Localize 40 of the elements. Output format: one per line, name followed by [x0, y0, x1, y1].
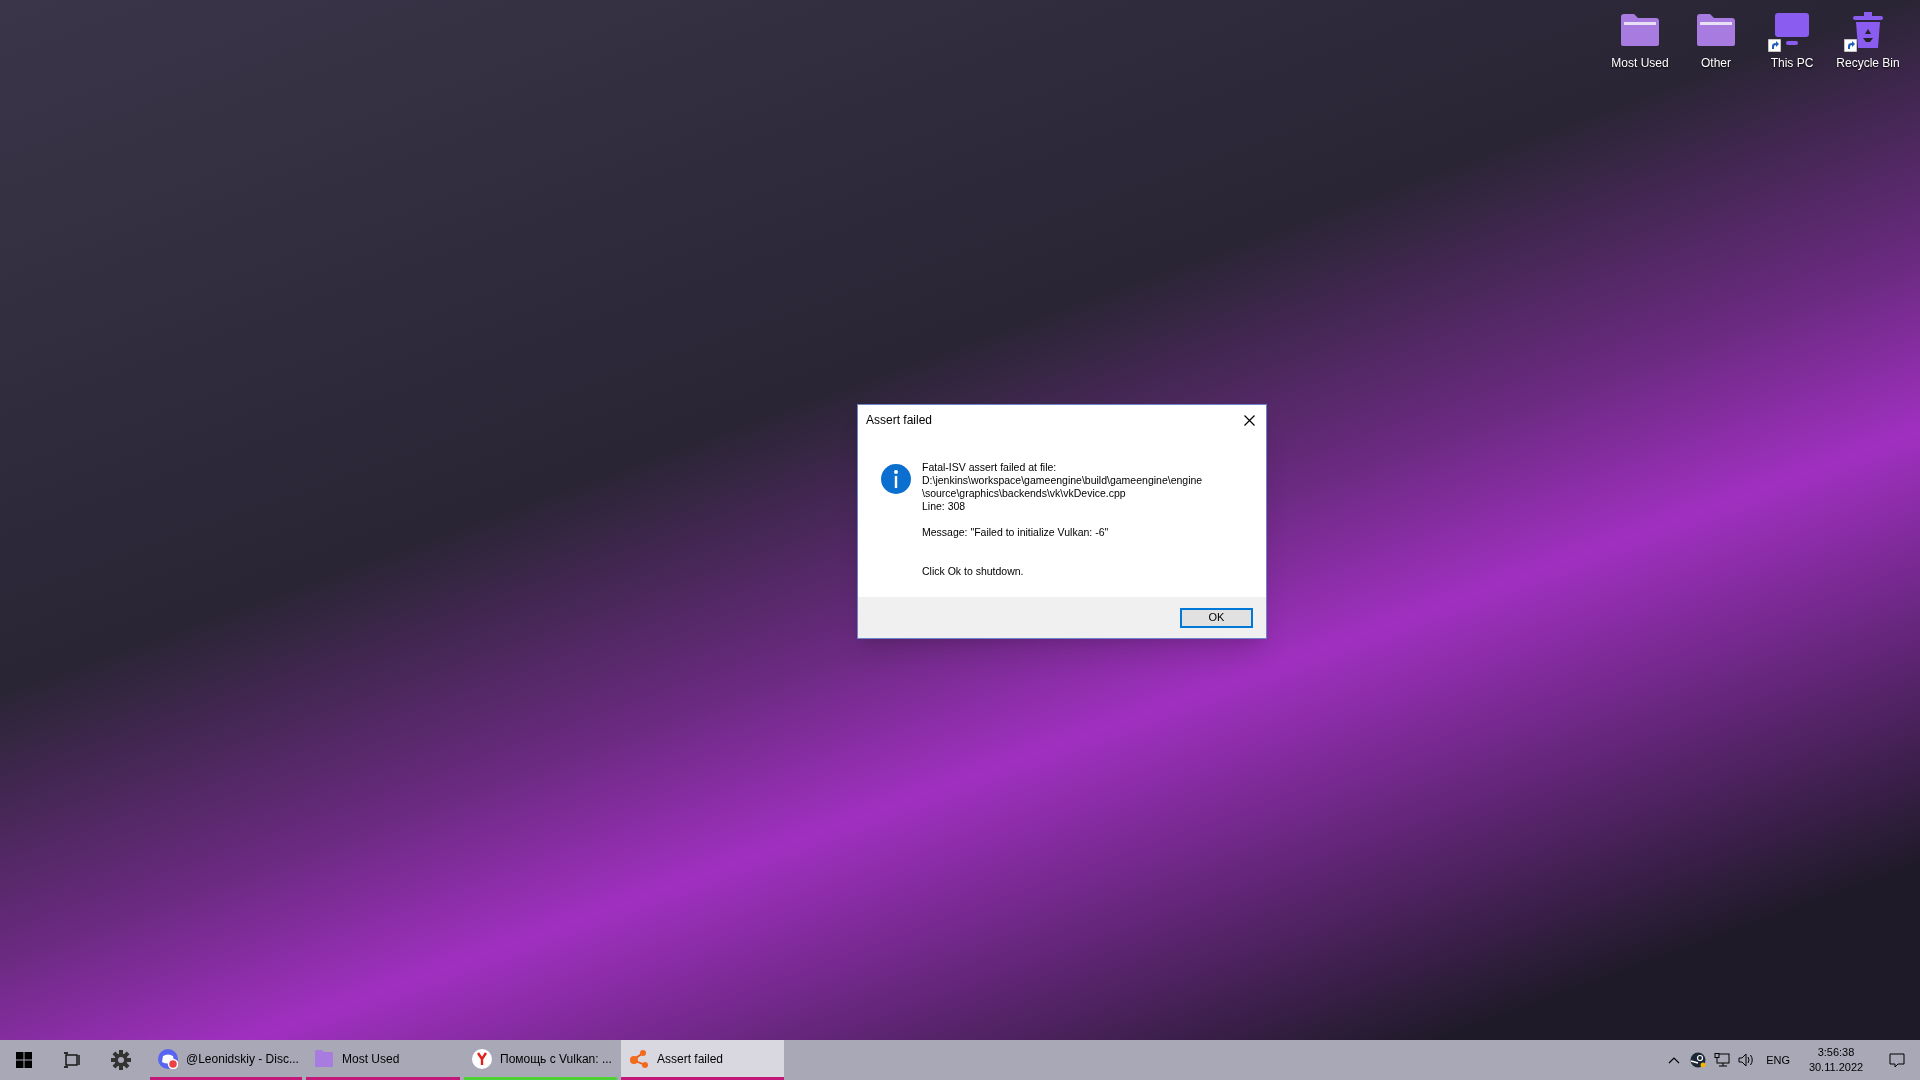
taskbar-app-button[interactable]: Помощь с Vulkan: ... — [464, 1040, 617, 1080]
close-icon — [1243, 414, 1255, 426]
desktop-icon[interactable]: Other — [1678, 8, 1754, 74]
chevron-up-icon — [1668, 1056, 1681, 1064]
ok-button[interactable]: OK — [1180, 607, 1253, 628]
task-view-icon — [63, 1052, 81, 1068]
error-text-line: \source\graphics\backends\vk\vkDevice.cpp — [922, 487, 1127, 500]
desktop-icon[interactable]: This PC — [1754, 8, 1830, 74]
desktop-icon[interactable]: Recycle Bin — [1830, 8, 1906, 74]
taskbar-app-button[interactable]: Most Used — [306, 1040, 460, 1080]
monitor-icon — [1772, 12, 1812, 48]
folder-icon — [1696, 13, 1736, 47]
app-icon — [629, 1048, 649, 1069]
speech-bubble-icon — [1889, 1052, 1905, 1068]
icon-label: This PC — [1770, 55, 1814, 72]
icon-label: Other — [1701, 55, 1731, 72]
error-message: Message: "Failed to initialize Vulkan: -6" — [922, 526, 1110, 539]
folder-icon — [1620, 13, 1660, 47]
icon-label: Recycle Bin — [1836, 55, 1900, 72]
steam-icon — [1690, 1052, 1707, 1068]
windows-logo-icon — [16, 1052, 32, 1068]
taskbar-app-button[interactable]: @Leonidskiy - Disc... — [150, 1040, 302, 1080]
desktop-icon[interactable]: Most Used — [1602, 8, 1678, 74]
language-indicator[interactable]: ENG — [1758, 1040, 1798, 1080]
chat-app-icon — [158, 1048, 178, 1069]
clock-button[interactable]: 3:56:38 30.11.2022 — [1798, 1040, 1874, 1080]
icon-label: Most Used — [1611, 55, 1669, 72]
error-text-line: Line: 308 — [922, 500, 967, 513]
network-icon — [1714, 1053, 1731, 1067]
settings-icon — [111, 1050, 131, 1070]
browser-icon — [472, 1048, 492, 1069]
folder-icon — [314, 1048, 334, 1069]
speaker-icon — [1738, 1053, 1755, 1067]
error-text-line: Fatal-ISV assert failed at file: — [922, 461, 1058, 474]
info-icon — [880, 463, 912, 495]
trash-can-icon — [1851, 11, 1885, 49]
prompt-text: Click Ok to shutdown. — [922, 565, 1025, 578]
error-text-line: D:\jenkins\workspace\gameengine\build\gameengine\engine — [922, 474, 1203, 487]
taskbar-app-button[interactable]: Assert failed — [621, 1040, 784, 1080]
window-title: Assert failed — [866, 412, 933, 429]
